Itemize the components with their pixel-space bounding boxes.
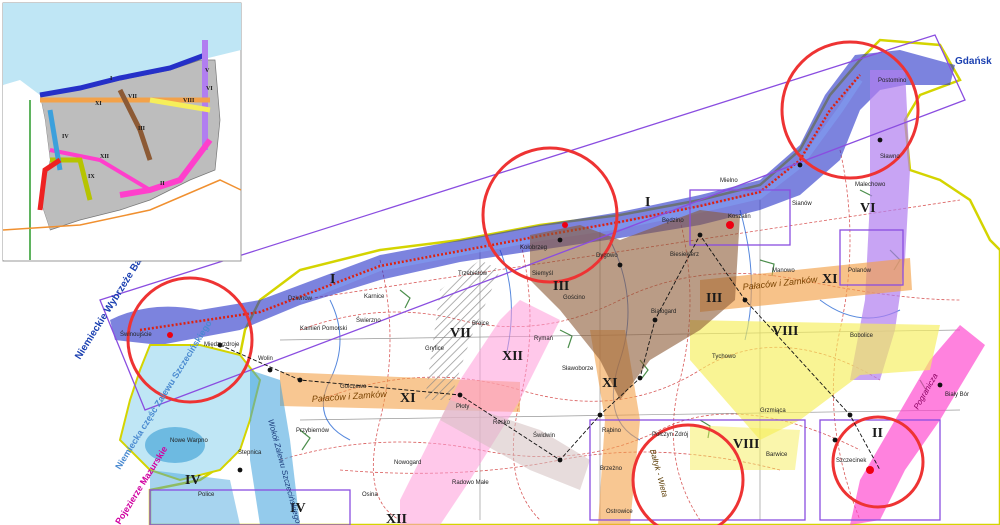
corridor-label-VIII-north: VIII: [772, 324, 798, 339]
town-dygowo: Dygowo: [596, 253, 618, 259]
town-swierzno: Świerzno: [356, 316, 381, 324]
regional-map: I I II III III IV IV VI VII VIII VIII XI…: [2, 2, 1000, 525]
map-stage: I I II III III IV IV VI VII VIII VIII XI…: [0, 0, 1000, 525]
corridor-label-IV-west: IV: [185, 473, 201, 488]
town-ostrowice: Ostrowice: [606, 509, 633, 515]
town-slawoborze: Sławoborze: [562, 366, 594, 372]
inset-label-IX: IX: [88, 174, 95, 180]
town-resko: Resko: [493, 420, 511, 426]
inset-overview-map: I VI XI VIII III II IX IV XII V VII: [2, 2, 242, 262]
inset-label-V: V: [205, 68, 210, 74]
town-ryman: Rymań: [534, 336, 553, 342]
town-malechowo: Malechowo: [855, 182, 886, 188]
town-bobolice: Bobolice: [850, 333, 874, 339]
town-biesiekierz: Biesiekierz: [670, 252, 699, 258]
town-karnice: Karnice: [364, 294, 385, 300]
corridor-label-III-west: III: [553, 279, 569, 294]
town-siemysl: Siemyśl: [532, 271, 553, 277]
town-osina: Osina: [362, 492, 378, 498]
town-brzezno: Brzeżno: [600, 466, 623, 472]
town-stepnica: Stepnica: [238, 450, 262, 456]
inset-label-III: III: [138, 126, 146, 132]
town-koszalin: Koszalin: [728, 214, 751, 220]
inset-label-XII: XII: [100, 154, 110, 160]
inset-label-II: II: [160, 181, 165, 187]
town-swinoujscie: Świnoujście: [120, 330, 152, 338]
corridor-label-VII: VII: [450, 326, 471, 341]
corridor-label-I-east: I: [645, 195, 650, 210]
corridor-label-VIII-south: VIII: [733, 437, 759, 452]
corridor-label-XI-vertical: XI: [602, 376, 618, 391]
corridor-label-III-east: III: [706, 291, 722, 306]
town-rabino: Rąbino: [602, 428, 622, 434]
town-miedzyzdroje: Międzyzdroje: [204, 342, 240, 348]
corridor-label-VI: VI: [860, 201, 876, 216]
corridor-label-I-west: I: [330, 272, 335, 287]
town-bedzino: Będzino: [662, 218, 684, 224]
corridor-label-XII-north: XII: [502, 349, 523, 364]
town-kamien: Kamień Pomorski: [300, 326, 347, 332]
inset-label-VIII: VIII: [183, 98, 195, 104]
town-ploty: Płoty: [456, 404, 469, 410]
inset-label-VI: VI: [206, 86, 213, 92]
corridor-label-XI-east: XI: [822, 272, 838, 287]
town-przybiernow: Przybiernów: [296, 428, 330, 434]
town-postomino: Postomino: [878, 78, 907, 84]
town-trzebiatow: Trzebiatów: [458, 271, 488, 277]
town-swidwin: Świdwin: [533, 431, 555, 439]
town-bialy-bor: Biały Bór: [945, 392, 969, 398]
corridor-label-XI-west: XI: [400, 391, 416, 406]
town-mielno: Mielno: [720, 178, 738, 184]
town-police: Police: [198, 492, 215, 498]
town-polanow: Polanów: [848, 268, 872, 274]
town-manowo: Manowo: [772, 268, 795, 274]
town-sianow: Sianów: [792, 201, 812, 207]
inset-label-XI: XI: [95, 101, 102, 107]
town-polczyn: Połczyn Zdrój: [652, 432, 688, 438]
town-brojce: Brojce: [472, 321, 490, 327]
town-gryfice: Gryfice: [425, 346, 445, 352]
inset-label-VII: VII: [128, 94, 138, 100]
town-nowe-warpno: Nowe Warpno: [170, 438, 208, 444]
town-slawno: Sławno: [880, 154, 900, 160]
town-kolobrzeg: Kołobrzeg: [520, 245, 547, 251]
town-szczecinek: Szczecinek: [836, 458, 867, 464]
town-radowo: Radowo Małe: [452, 480, 489, 486]
town-barwice: Barwice: [766, 452, 788, 458]
corridor-label-II: II: [872, 426, 883, 441]
town-grzmiaca: Grzmiąca: [760, 408, 786, 414]
town-nowogard: Nowogard: [394, 460, 421, 466]
corridor-label-XII-south: XII: [386, 512, 407, 525]
town-golczewo: Golczewo: [340, 384, 367, 390]
town-bialogard: Białogard: [651, 309, 676, 315]
town-gosciano: Gościno: [563, 295, 586, 301]
inset-label-IV: IV: [62, 134, 69, 140]
town-tychowo: Tychowo: [712, 354, 736, 360]
region-label-gdansk: Gdańsk: [955, 56, 992, 67]
town-dziwnow: Dziwnów: [288, 296, 313, 302]
town-wolin: Wolin: [258, 356, 273, 362]
